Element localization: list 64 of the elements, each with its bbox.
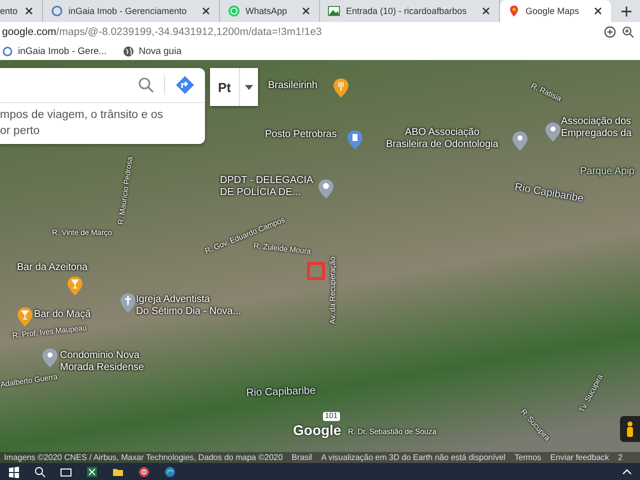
close-icon[interactable] — [593, 6, 604, 16]
language-button[interactable]: Pt — [210, 68, 258, 106]
place-label: DPDT - DELEGACIA DE POLÍCIA DE... — [220, 175, 314, 198]
square-marker-icon — [307, 262, 325, 280]
river-label: Rio Capibaribe — [246, 384, 316, 400]
attribution-text: Imagens ©2020 CNES / Airbus, Maxar Technologies, Dados do mapa ©2020 — [4, 453, 283, 462]
place-label: ABO Associação Brasileira de Odontologia — [386, 127, 498, 150]
map-link[interactable]: Enviar feedback — [550, 453, 609, 462]
image-icon — [328, 5, 340, 17]
street-view-button[interactable] — [620, 416, 640, 442]
ring-icon — [2, 46, 13, 56]
attribution-text: A visualização em 3D do Earth não está disponível — [321, 453, 506, 462]
bookmark[interactable]: Nova guia — [122, 46, 182, 56]
search-hint-text: mpos de viagem, o trânsito e os or perto — [0, 108, 164, 139]
attribution-text: 2 — [618, 453, 623, 462]
park-label: Parque Apip — [580, 166, 634, 178]
gas-station-pin-icon[interactable] — [347, 130, 363, 150]
chevron-up-icon[interactable] — [622, 468, 632, 474]
caret-icon — [245, 84, 253, 90]
place-label: Brasileirinh — [268, 80, 318, 92]
directions-icon[interactable] — [175, 75, 195, 95]
attribution-text: Brasil — [292, 453, 312, 462]
map-pin-icon[interactable] — [318, 179, 334, 199]
close-icon[interactable] — [480, 6, 491, 16]
new-tab-icon[interactable] — [621, 6, 632, 16]
person-icon — [626, 421, 634, 437]
add-circle-icon[interactable] — [604, 26, 616, 38]
place-label: Associação dos Empregados da — [561, 116, 632, 139]
map-link[interactable]: Termos — [514, 453, 542, 462]
zoom-icon[interactable] — [622, 26, 634, 38]
place-label: Igreja Adventista Do Sétimo Dia - Nova... — [136, 294, 242, 317]
address-field[interactable]: google.com/maps/@-8.0239199,-34.9431912,1200m/data=!3m1!1e3 — [2, 26, 598, 38]
river-label: Rio Capibaribe — [514, 181, 584, 205]
windows-icon[interactable] — [8, 466, 20, 478]
close-icon[interactable] — [24, 6, 34, 16]
browser-tab[interactable]: inGaia Imob - Gerenciamento — [42, 0, 220, 22]
bookmark[interactable]: inGaia Imob - Gere... — [2, 46, 107, 56]
church-pin-icon[interactable] — [120, 293, 136, 313]
close-icon[interactable] — [200, 6, 211, 16]
chat-icon — [228, 5, 240, 17]
browser-tab[interactable]: WhatsApp — [220, 0, 320, 22]
spreadsheet-icon[interactable] — [86, 466, 98, 478]
browser-icon[interactable] — [164, 466, 176, 478]
map-pin-icon — [508, 5, 520, 17]
map-pin-icon[interactable] — [42, 348, 58, 368]
map-pin-icon[interactable] — [512, 131, 528, 151]
browser-tab[interactable]: ento — [0, 0, 43, 22]
place-label: Bar da Azeitona — [17, 262, 88, 274]
globe-icon — [122, 46, 134, 56]
bar-pin-icon[interactable] — [67, 276, 83, 296]
close-icon[interactable] — [301, 6, 312, 16]
ring-icon — [50, 5, 63, 17]
restaurant-pin-icon[interactable] — [333, 78, 349, 98]
browser-tab[interactable]: Google Maps — [500, 0, 612, 22]
task-view-icon[interactable] — [60, 466, 72, 478]
browser-icon[interactable] — [138, 466, 150, 478]
bar-pin-icon[interactable] — [17, 307, 33, 327]
search-icon[interactable] — [34, 466, 46, 478]
place-label: Bar do Maçã — [34, 309, 91, 320]
place-label: Condominio Nova Morada Residense — [60, 350, 144, 373]
map-logo: Google — [293, 423, 342, 437]
place-label: Posto Petrobras — [265, 129, 337, 140]
map-pin-icon[interactable] — [545, 122, 561, 142]
browser-tab[interactable]: Entrada (10) - ricardoafbarbos — [320, 0, 500, 22]
